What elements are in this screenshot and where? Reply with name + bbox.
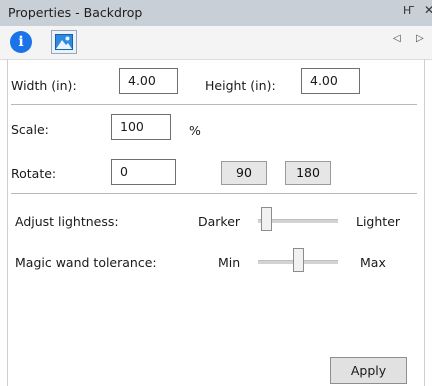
height-label: Height (in):	[205, 78, 276, 93]
wand-thumb[interactable]	[293, 248, 304, 272]
pin-icon[interactable]: Ҥ	[403, 4, 414, 17]
tab-scroll-left-icon[interactable]: ◁	[393, 33, 401, 44]
lightness-min-label: Darker	[198, 214, 241, 229]
lightness-label: Adjust lightness:	[15, 214, 119, 229]
rotate-90-button[interactable]: 90	[221, 161, 267, 185]
properties-content: Width (in): 4.00 Height (in): 4.00 Scale…	[7, 59, 425, 386]
title-bar[interactable]: Properties - Backdrop Ҥ ✕	[0, 0, 432, 26]
panel-title: Properties - Backdrop	[8, 5, 143, 20]
wand-max-label: Max	[360, 255, 386, 270]
width-input[interactable]: 4.00	[119, 68, 178, 94]
tab-strip: i ◁ ▷	[0, 26, 432, 60]
rotate-180-button[interactable]: 180	[285, 161, 331, 185]
scale-label: Scale:	[11, 122, 49, 137]
scale-unit: %	[189, 123, 201, 138]
tab-scroll-right-icon[interactable]: ▷	[416, 33, 424, 44]
close-icon[interactable]: ✕	[424, 3, 432, 17]
wand-min-label: Min	[218, 255, 241, 270]
properties-panel: Properties - Backdrop Ҥ ✕ i ◁ ▷ Width (i…	[0, 0, 432, 386]
lightness-thumb[interactable]	[261, 207, 272, 231]
rotate-input[interactable]: 0	[111, 159, 176, 185]
width-label: Width (in):	[11, 78, 77, 93]
separator	[11, 104, 417, 105]
rotate-label: Rotate:	[11, 166, 57, 181]
apply-button[interactable]: Apply	[330, 357, 407, 384]
lightness-slider[interactable]	[258, 207, 338, 237]
info-icon[interactable]: i	[10, 31, 32, 53]
wand-tolerance-slider[interactable]	[258, 248, 338, 278]
wand-tolerance-label: Magic wand tolerance:	[15, 255, 157, 270]
height-input[interactable]: 4.00	[301, 68, 360, 94]
scale-input[interactable]: 100	[111, 114, 171, 140]
image-icon[interactable]	[51, 30, 77, 54]
separator	[11, 193, 417, 194]
lightness-max-label: Lighter	[356, 214, 401, 229]
